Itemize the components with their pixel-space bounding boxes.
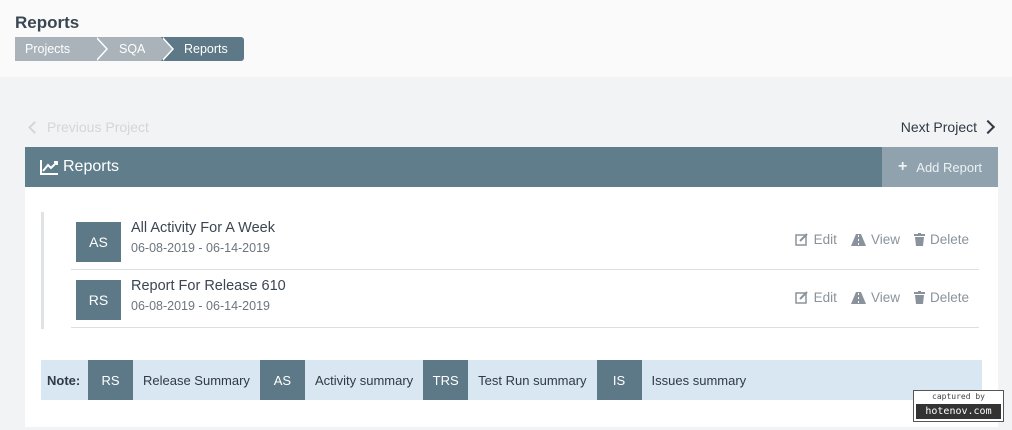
edit-label: Edit	[813, 290, 837, 305]
add-report-label: Add Report	[916, 159, 983, 175]
breadcrumb: Projects SQA Reports	[15, 37, 244, 61]
report-dates: 06-08-2019 - 06-14-2019	[131, 241, 270, 255]
view-button[interactable]: View	[850, 290, 900, 305]
legend-abbr: TRS	[423, 360, 469, 400]
chevron-left-icon	[28, 120, 41, 134]
previous-project-label: Previous Project	[47, 119, 149, 135]
delete-button[interactable]: Delete	[913, 290, 969, 305]
legend-text: Test Run summary	[478, 372, 587, 388]
legend-abbr: AS	[259, 360, 305, 400]
capture-watermark: captured by hotenov.com	[913, 390, 1004, 422]
edit-button[interactable]: Edit	[794, 290, 837, 305]
legend-text: Activity summary	[314, 372, 414, 388]
road-icon	[850, 291, 866, 304]
edit-label: Edit	[813, 232, 837, 247]
report-dates: 06-08-2019 - 06-14-2019	[131, 299, 270, 313]
panel-title: Reports	[63, 158, 120, 175]
delete-button[interactable]: Delete	[913, 232, 969, 247]
panel-title-wrap: Reports	[25, 158, 119, 176]
legend-note: Note: RS Release Summary AS Activity sum…	[41, 360, 982, 400]
report-title[interactable]: All Activity For A Week	[131, 220, 275, 236]
page-title: Reports	[15, 13, 80, 32]
report-list: AS All Activity For A Week 06-08-2019 - …	[41, 212, 979, 329]
report-actions: Edit View Delete	[781, 290, 969, 305]
plus-icon: +	[897, 158, 908, 175]
delete-label: Delete	[929, 232, 969, 247]
panel-header: Reports + Add Report	[25, 147, 998, 187]
edit-icon	[794, 233, 808, 246]
add-report-button[interactable]: + Add Report	[882, 147, 998, 187]
legend-abbr: RS	[88, 360, 133, 400]
view-label: View	[870, 232, 900, 247]
report-row: RS Report For Release 610 06-08-2019 - 0…	[71, 270, 979, 328]
report-title[interactable]: Report For Release 610	[131, 278, 286, 294]
trash-icon	[913, 291, 925, 304]
edit-button[interactable]: Edit	[794, 232, 837, 247]
trash-icon	[913, 233, 925, 246]
legend-abbr: IS	[596, 360, 642, 400]
edit-icon	[794, 291, 808, 304]
page-header: Reports Projects SQA Reports	[0, 0, 1012, 77]
road-icon	[850, 233, 866, 246]
chart-line-icon	[40, 160, 58, 175]
report-row: AS All Activity For A Week 06-08-2019 - …	[71, 212, 979, 270]
next-project-label: Next Project	[900, 119, 977, 135]
legend-text: Issues summary	[651, 372, 747, 388]
report-avatar: RS	[76, 280, 121, 320]
next-project-link[interactable]: Next Project	[901, 119, 996, 135]
delete-label: Delete	[929, 290, 969, 305]
previous-project-link[interactable]: Previous Project	[27, 119, 149, 135]
reports-panel: Reports + Add Report AS All Activity For…	[25, 147, 998, 427]
watermark-top: captured by	[932, 392, 985, 401]
legend-text: Release Summary	[143, 372, 250, 388]
note-label: Note:	[47, 372, 81, 388]
report-actions: Edit View Delete	[781, 232, 969, 247]
view-label: View	[870, 290, 900, 305]
report-avatar: AS	[76, 222, 121, 262]
breadcrumb-projects[interactable]: Projects	[15, 37, 108, 61]
chevron-right-icon	[980, 119, 996, 135]
watermark-bottom: hotenov.com	[916, 404, 1001, 419]
view-button[interactable]: View	[850, 232, 900, 247]
